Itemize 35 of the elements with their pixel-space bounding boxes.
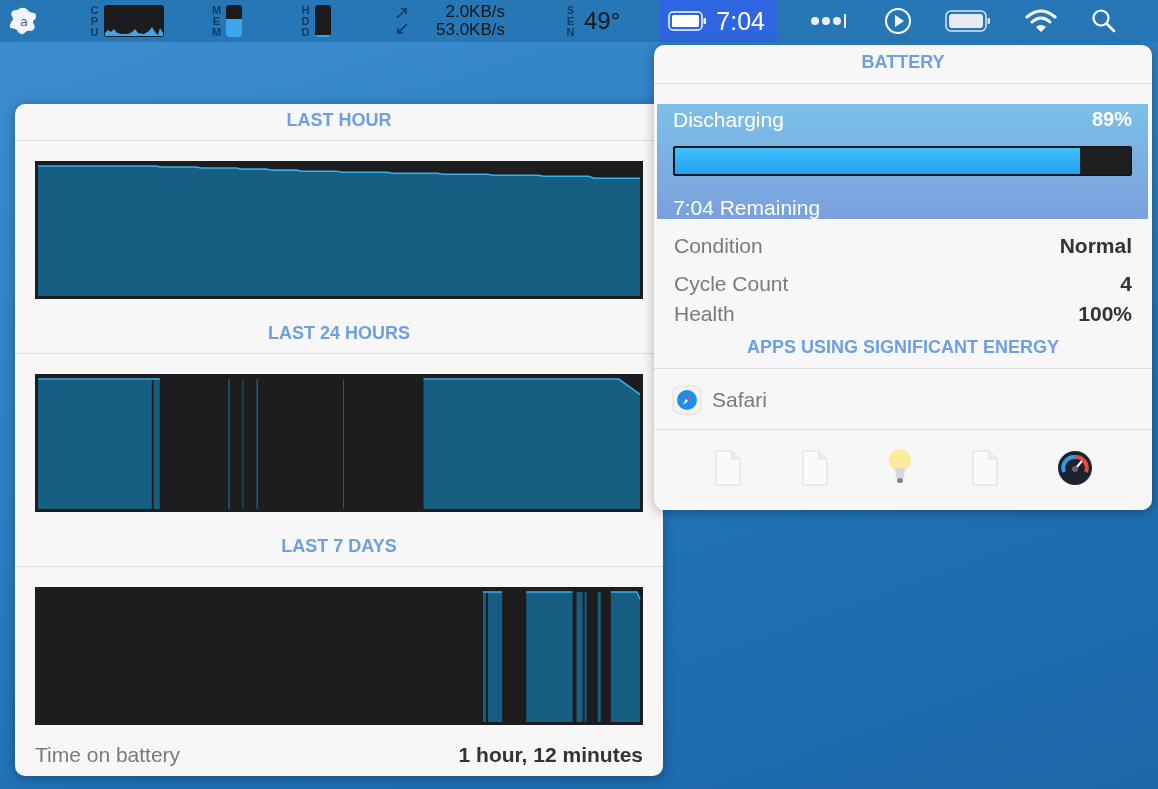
battery-menu-item[interactable]: 7:04 bbox=[660, 0, 777, 42]
detail-value: 4 bbox=[1120, 271, 1132, 297]
percent-text: 89% bbox=[1091, 108, 1132, 132]
app-row[interactable]: Safari bbox=[654, 369, 1152, 430]
upload-speed: 2.0KB/s bbox=[445, 3, 505, 21]
status-text: Discharging bbox=[673, 108, 784, 132]
gauge-icon[interactable] bbox=[1057, 450, 1094, 486]
footer-value: 1 hour, 12 minutes bbox=[458, 743, 643, 767]
app-logo-icon[interactable]: a bbox=[9, 6, 39, 36]
detail-label: Cycle Count bbox=[674, 271, 789, 297]
compass-icon bbox=[672, 385, 702, 415]
detail-value: Normal bbox=[1059, 233, 1132, 259]
remaining-text: 7:04 Remaining bbox=[673, 196, 822, 220]
battery-icon[interactable] bbox=[944, 9, 991, 33]
wifi-icon[interactable] bbox=[1023, 8, 1058, 34]
disk-meter[interactable] bbox=[315, 5, 331, 37]
menu-label: CPU bbox=[89, 4, 100, 38]
battery-icon bbox=[668, 10, 709, 32]
detail-value: 100% bbox=[1078, 301, 1132, 327]
footer-label: Time on battery bbox=[35, 743, 181, 767]
menu-label: HDD bbox=[300, 4, 311, 38]
section-title: APPS USING SIGNIFICANT ENERGY bbox=[654, 329, 1152, 369]
play-icon[interactable] bbox=[883, 7, 912, 35]
network-arrows-icon bbox=[394, 5, 410, 37]
detail-label: Health bbox=[674, 301, 735, 327]
menu-label: MEM bbox=[211, 4, 222, 38]
section-title: LAST 7 DAYS bbox=[15, 530, 663, 567]
download-speed: 53.0KB/s bbox=[436, 21, 505, 39]
search-icon[interactable] bbox=[1090, 8, 1117, 34]
cpu-graph[interactable] bbox=[104, 5, 164, 37]
temperature-reading: 49° bbox=[584, 7, 621, 35]
menu-label: SEN bbox=[565, 4, 576, 38]
detail-label: Condition bbox=[674, 233, 763, 259]
memory-meter[interactable] bbox=[226, 5, 242, 37]
panel-title: BATTERY bbox=[654, 45, 1152, 84]
